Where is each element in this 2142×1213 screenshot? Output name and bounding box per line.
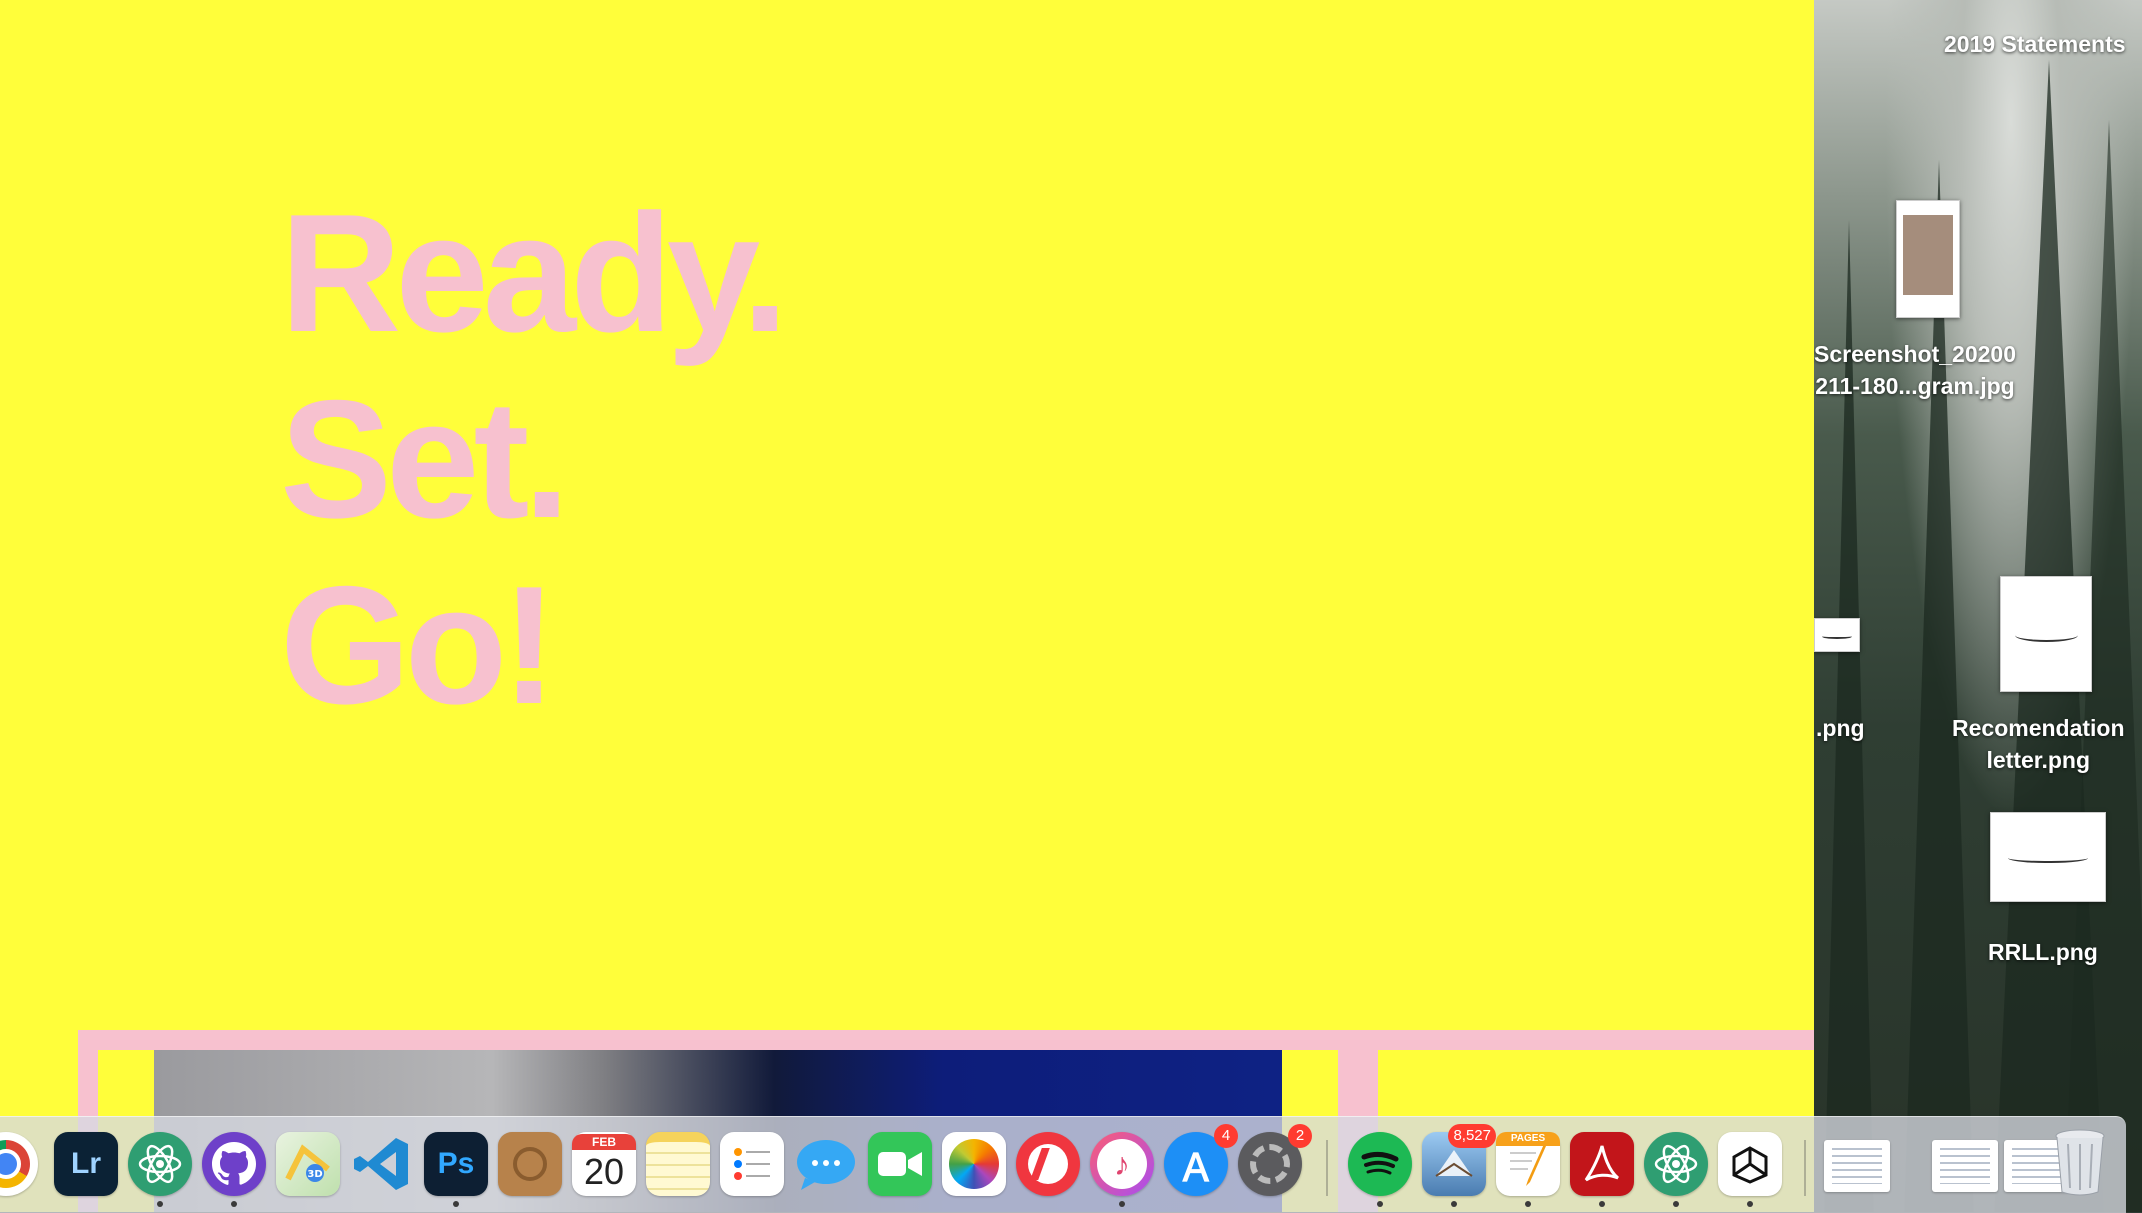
running-indicator <box>157 1201 163 1207</box>
music-note-icon: ♪ <box>1097 1139 1147 1189</box>
running-indicator <box>1377 1201 1383 1207</box>
trash-icon[interactable] <box>2054 1128 2106 1196</box>
news-stripe <box>1030 1148 1050 1180</box>
pen-icon <box>1510 1146 1546 1186</box>
trash-can <box>2055 1129 2105 1196</box>
chrome-center <box>0 1149 21 1179</box>
news-glyph <box>1028 1144 1068 1184</box>
rrll-thumbnail[interactable] <box>1990 812 2106 902</box>
github-logo <box>212 1142 256 1185</box>
messages-icon[interactable] <box>794 1132 858 1196</box>
desktop-item-2019-statements[interactable]: 2019 Statements <box>1944 28 2126 60</box>
desktop-file-screenshot-label[interactable]: Screenshot_20200 211-180...gram.jpg <box>1814 338 2016 402</box>
pages-label: PAGES <box>1496 1132 1560 1146</box>
hero-line-ready: Ready. <box>280 179 788 367</box>
news-icon[interactable] <box>1016 1132 1080 1196</box>
file-label-line: Recomendation <box>1952 715 2125 741</box>
running-indicator <box>1747 1201 1753 1207</box>
file-label-line: Screenshot_20200 <box>1814 341 2017 367</box>
signature-image <box>2008 853 2088 864</box>
acrobat-icon[interactable] <box>1570 1132 1634 1196</box>
spotify-waves <box>1361 1151 1399 1175</box>
signature-image <box>1821 633 1853 639</box>
spotify-icon[interactable] <box>1348 1132 1412 1196</box>
running-indicator <box>1525 1201 1531 1207</box>
dock-separator <box>1326 1140 1328 1196</box>
png-thumbnail[interactable] <box>1814 618 1860 652</box>
file-label-line: 211-180...gram.jpg <box>1815 373 2015 399</box>
photos-flower <box>949 1139 999 1189</box>
app-store-icon[interactable]: Ａ 4 <box>1164 1124 1238 1196</box>
calendar-month: FEB <box>572 1134 636 1150</box>
minimized-document-thumbnail[interactable] <box>1824 1140 1890 1192</box>
system-preferences-icon[interactable]: 2 <box>1238 1124 1312 1196</box>
notification-badge: 8,527 <box>1448 1124 1496 1148</box>
screenshot-thumbnail[interactable] <box>1896 200 1960 318</box>
thumbnail-image <box>1903 215 1953 295</box>
desktop: 2019 Statements Screenshot_20200 211-180… <box>1814 0 2142 1212</box>
github-desktop-icon[interactable] <box>202 1132 266 1196</box>
hero-line-set: Set. <box>280 365 570 553</box>
atom-logo <box>1654 1144 1698 1184</box>
acrobat-glyph <box>1584 1145 1620 1182</box>
app-store-glyph: Ａ <box>1176 1147 1215 1190</box>
notes-icon[interactable] <box>646 1132 710 1196</box>
notification-badge: 2 <box>1288 1124 1312 1148</box>
maps-icon[interactable]: 3D <box>276 1132 340 1196</box>
letter-thumbnail[interactable] <box>2000 576 2092 692</box>
atom-icon[interactable] <box>1644 1132 1708 1196</box>
itunes-icon[interactable]: ♪ <box>1090 1132 1154 1196</box>
running-indicator <box>1451 1201 1457 1207</box>
notification-badge: 4 <box>1214 1124 1238 1148</box>
chrome-logo <box>0 1140 30 1188</box>
messages-glyph <box>797 1140 855 1190</box>
atom-icon[interactable] <box>128 1132 192 1196</box>
file-label-line: letter.png <box>1986 747 2091 773</box>
signature-image <box>2014 628 2078 642</box>
running-indicator <box>453 1201 459 1207</box>
lightroom-icon[interactable]: Lr <box>54 1132 118 1196</box>
dock-separator <box>1804 1140 1806 1196</box>
pink-frame-top <box>78 1030 1814 1050</box>
contacts-icon[interactable] <box>498 1132 562 1196</box>
maps-glyph: 3D <box>285 1144 330 1182</box>
calendar-day: 20 <box>583 1151 625 1192</box>
browser-page: Ready. Set. Go! <box>0 0 1814 1212</box>
unity-icon[interactable] <box>1718 1132 1782 1196</box>
mail-icon[interactable]: 8,527 <box>1422 1124 1496 1196</box>
photos-icon[interactable] <box>942 1132 1006 1196</box>
atom-logo <box>138 1144 182 1184</box>
running-indicator <box>1119 1201 1125 1207</box>
running-indicator <box>1599 1201 1605 1207</box>
document-preview <box>1940 1148 1990 1184</box>
photoshop-icon[interactable]: Ps <box>424 1132 488 1196</box>
hero-heading: Ready. Set. Go! <box>280 179 788 739</box>
pages-icon[interactable]: PAGES <box>1496 1132 1560 1196</box>
running-indicator <box>231 1201 237 1207</box>
hero-line-go: Go! <box>280 551 557 739</box>
gear-icon <box>1250 1144 1290 1184</box>
unity-cube <box>1732 1146 1768 1184</box>
facetime-icon[interactable] <box>868 1132 932 1196</box>
vscode-logo <box>354 1138 408 1190</box>
desktop-file-letter-label[interactable]: Recomendation letter.png <box>1952 712 2125 776</box>
svg-text:3D: 3D <box>307 1169 322 1180</box>
facetime-glyph <box>878 1152 922 1176</box>
reminders-glyph <box>734 1148 770 1180</box>
document-preview <box>1832 1148 1882 1184</box>
calendar-icon[interactable]: FEB 20 <box>572 1132 636 1196</box>
desktop-file-png-label[interactable]: .png <box>1816 712 1865 744</box>
reminders-icon[interactable] <box>720 1132 784 1196</box>
vscode-icon[interactable] <box>350 1132 414 1196</box>
minimized-document-thumbnail[interactable] <box>1932 1140 1998 1192</box>
desktop-file-rrll-label[interactable]: RRLL.png <box>1988 936 2098 968</box>
contacts-glyph <box>513 1147 547 1181</box>
mail-glyph <box>1435 1150 1473 1177</box>
running-indicator <box>1673 1201 1679 1207</box>
